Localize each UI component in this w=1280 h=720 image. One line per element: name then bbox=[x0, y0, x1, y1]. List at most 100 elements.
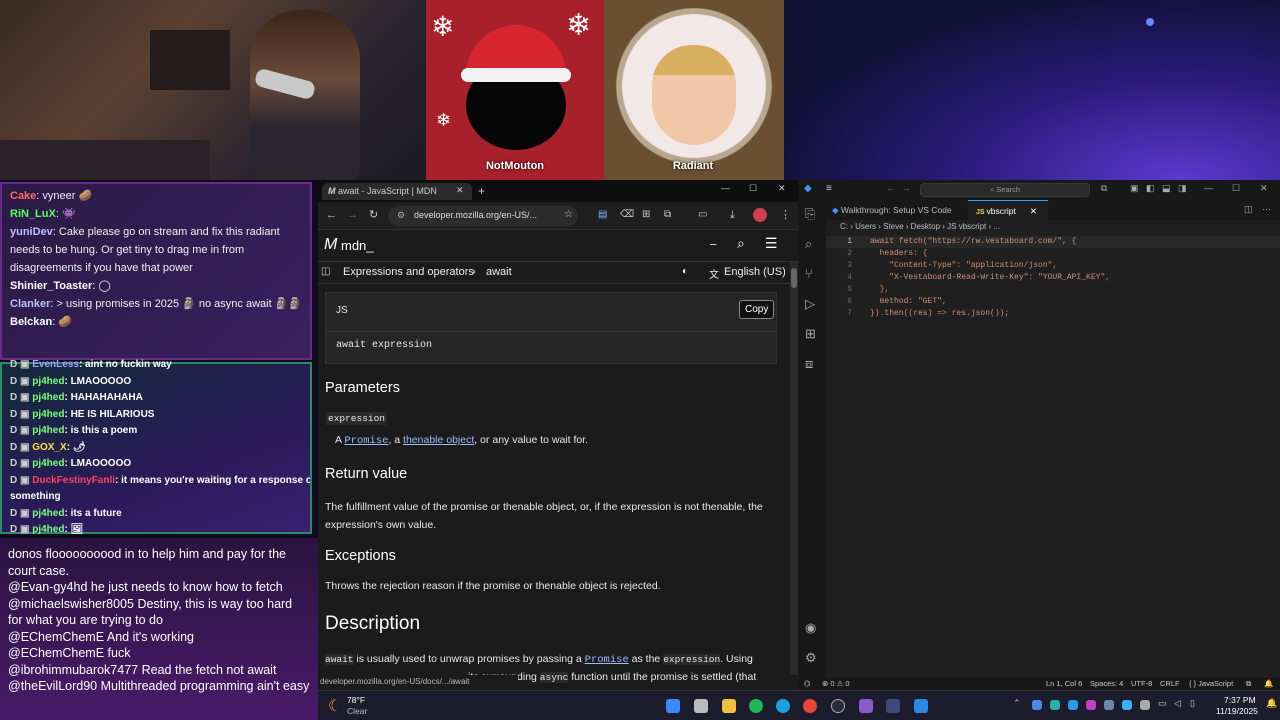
command-center-search[interactable]: ⌕ Search bbox=[920, 183, 1090, 197]
code-editor[interactable]: 1 await fetch("https://rw.vestaboard.com/… bbox=[826, 234, 1280, 674]
tray-icon[interactable] bbox=[1068, 700, 1078, 710]
promise-link[interactable]: Promise bbox=[344, 435, 388, 447]
explorer-icon[interactable]: ⎘ bbox=[805, 206, 815, 222]
file-explorer-icon[interactable] bbox=[722, 699, 736, 713]
battery-icon[interactable]: ▯ bbox=[1190, 698, 1195, 709]
source-control-icon[interactable]: ⑂ bbox=[805, 266, 813, 281]
tray-icon[interactable] bbox=[1104, 700, 1114, 710]
breadcrumb-item[interactable]: Expressions and operators bbox=[343, 266, 474, 278]
thenable-link[interactable]: thenable object bbox=[403, 434, 474, 446]
menu-icon[interactable]: ≡ bbox=[826, 183, 832, 194]
copilot-icon[interactable]: ⧉ bbox=[1101, 183, 1107, 194]
start-icon[interactable] bbox=[666, 699, 680, 713]
close-tab-icon[interactable]: ✕ bbox=[1030, 206, 1037, 216]
speaker-icon[interactable]: ◁ bbox=[1174, 698, 1181, 709]
vscode-taskbar-icon[interactable] bbox=[914, 699, 928, 713]
url-field[interactable]: ⚙ developer.mozilla.org/en-US/... bbox=[388, 206, 578, 226]
mdn-logo-icon[interactable]: M bbox=[324, 236, 337, 254]
promise-link[interactable]: Promise bbox=[585, 654, 629, 666]
close-window-icon[interactable]: ✕ bbox=[1260, 183, 1268, 194]
minimize-icon[interactable]: — bbox=[1204, 183, 1213, 193]
tray-icon[interactable] bbox=[1050, 700, 1060, 710]
close-tab-icon[interactable]: ✕ bbox=[456, 185, 464, 196]
clock-time[interactable]: 7:37 PM bbox=[1224, 695, 1256, 705]
run-debug-icon[interactable]: ▷ bbox=[805, 296, 815, 312]
split-editor-icon[interactable]: ◫ bbox=[1244, 204, 1253, 215]
weather-temp[interactable]: 78°F bbox=[347, 695, 365, 705]
obs-icon[interactable] bbox=[831, 699, 845, 713]
profile-avatar[interactable] bbox=[753, 208, 767, 222]
code-line[interactable]: 5 }, bbox=[826, 284, 1280, 296]
bookmark-star-icon[interactable]: ☆ bbox=[564, 209, 573, 220]
network-icon[interactable]: ▭ bbox=[1158, 698, 1167, 709]
maximize-icon[interactable]: ☐ bbox=[1232, 183, 1240, 194]
code-line[interactable]: 3 "Content-Type": "application/json", bbox=[826, 260, 1280, 272]
close-window-icon[interactable]: ✕ bbox=[778, 183, 786, 194]
copilot-status-icon[interactable]: ⧉ bbox=[1246, 678, 1251, 690]
menu-dots-icon[interactable]: ⋮ bbox=[780, 208, 791, 221]
puzzle-icon[interactable]: ⧉ bbox=[664, 209, 671, 220]
code-line[interactable]: 1 await fetch("https://rw.vestaboard.com/… bbox=[826, 236, 1280, 248]
tab-vbscript[interactable]: JS vbscript ✕ bbox=[968, 200, 1048, 220]
task-view-icon[interactable] bbox=[694, 699, 708, 713]
settings-gear-icon[interactable]: ⚙ bbox=[805, 650, 817, 666]
notification-bell-icon[interactable]: 🔔 bbox=[1266, 698, 1277, 709]
layout-icon[interactable]: ▣ bbox=[1130, 183, 1139, 194]
reload-icon[interactable]: ↻ bbox=[369, 208, 378, 221]
chrome-icon[interactable] bbox=[803, 699, 817, 713]
code-line[interactable]: 6 method: "GET", bbox=[826, 296, 1280, 308]
tab-walkthrough[interactable]: ◆ Walkthrough: Setup VS Code bbox=[826, 200, 966, 220]
download-icon[interactable]: ⤓ bbox=[730, 209, 735, 222]
trash-icon[interactable]: ⌫ bbox=[620, 209, 634, 220]
code-line[interactable]: 7}).then((res) => res.json()); bbox=[826, 308, 1280, 320]
cast-icon[interactable]: ▭ bbox=[698, 209, 707, 220]
extensions-icon[interactable]: ⊞ bbox=[805, 326, 816, 342]
contrast-icon[interactable]: ◐ bbox=[682, 266, 688, 277]
language-selector[interactable]: English (US) bbox=[724, 266, 786, 278]
language-mode[interactable]: { } JavaScript bbox=[1189, 678, 1233, 690]
line-ending[interactable]: CRLF bbox=[1160, 678, 1180, 690]
back-icon[interactable]: ← bbox=[326, 209, 337, 221]
remote-indicator-icon[interactable]: ⌬ bbox=[804, 678, 811, 690]
forward-icon[interactable]: → bbox=[902, 183, 911, 193]
search-icon[interactable]: ⌕ bbox=[805, 236, 812, 252]
scrollbar[interactable] bbox=[790, 262, 798, 675]
forward-icon[interactable]: → bbox=[347, 209, 358, 221]
indentation[interactable]: Spaces: 4 bbox=[1090, 678, 1123, 690]
app-icon[interactable] bbox=[859, 699, 873, 713]
back-icon[interactable]: ← bbox=[886, 183, 895, 193]
theme-toggle-icon[interactable]: ⎯ bbox=[710, 236, 717, 252]
hamburger-menu-icon[interactable]: ☰ bbox=[765, 235, 778, 252]
cursor-position[interactable]: Ln 1, Col 6 bbox=[1046, 678, 1082, 690]
minimize-icon[interactable]: — bbox=[721, 183, 730, 193]
tray-icon[interactable] bbox=[1122, 700, 1132, 710]
notifications-icon[interactable]: 🔔 bbox=[1264, 678, 1273, 690]
weather-desc[interactable]: Clear bbox=[347, 706, 367, 716]
encoding[interactable]: UTF-8 bbox=[1131, 678, 1152, 690]
tray-chevron-icon[interactable]: ⌃ bbox=[1013, 698, 1021, 709]
breadcrumb-item[interactable]: await bbox=[486, 266, 512, 278]
spotify-icon[interactable] bbox=[749, 699, 763, 713]
code-line[interactable]: 2 headers: { bbox=[826, 248, 1280, 260]
code-line[interactable]: 4 "X-Vestaboard-Read-Write-Key": "YOUR_A… bbox=[826, 272, 1280, 284]
secondary-sidebar-icon[interactable]: ◨ bbox=[1178, 183, 1187, 194]
maximize-icon[interactable]: ☐ bbox=[749, 183, 757, 194]
new-tab-icon[interactable]: + bbox=[478, 184, 485, 198]
clock-date[interactable]: 11/19/2025 bbox=[1216, 706, 1258, 716]
edge-icon[interactable] bbox=[776, 699, 790, 713]
panel-toggle-icon[interactable]: ⬓ bbox=[1162, 183, 1171, 194]
tray-icon[interactable] bbox=[1032, 700, 1042, 710]
steam-icon[interactable] bbox=[886, 699, 900, 713]
extension-icon[interactable]: ▤ bbox=[598, 209, 607, 220]
sidebar-toggle-icon[interactable]: ◧ bbox=[1146, 183, 1155, 194]
more-actions-icon[interactable]: ⋯ bbox=[1262, 204, 1271, 215]
account-icon[interactable]: ◉ bbox=[805, 620, 816, 636]
mdn-logo-text[interactable]: mdn_ bbox=[341, 238, 374, 253]
browser-tab[interactable]: M await - JavaScript | MDN ✕ bbox=[322, 183, 472, 200]
tray-icon[interactable] bbox=[1086, 700, 1096, 710]
search-icon[interactable]: ⌕ bbox=[737, 235, 745, 252]
remote-icon[interactable]: ⧈ bbox=[805, 356, 813, 372]
copy-button[interactable]: Copy bbox=[739, 300, 775, 319]
problems-indicator[interactable]: ⊗ 0 ⚠ 0 bbox=[822, 678, 850, 690]
sidebar-toggle-icon[interactable]: ◫ bbox=[321, 266, 330, 277]
